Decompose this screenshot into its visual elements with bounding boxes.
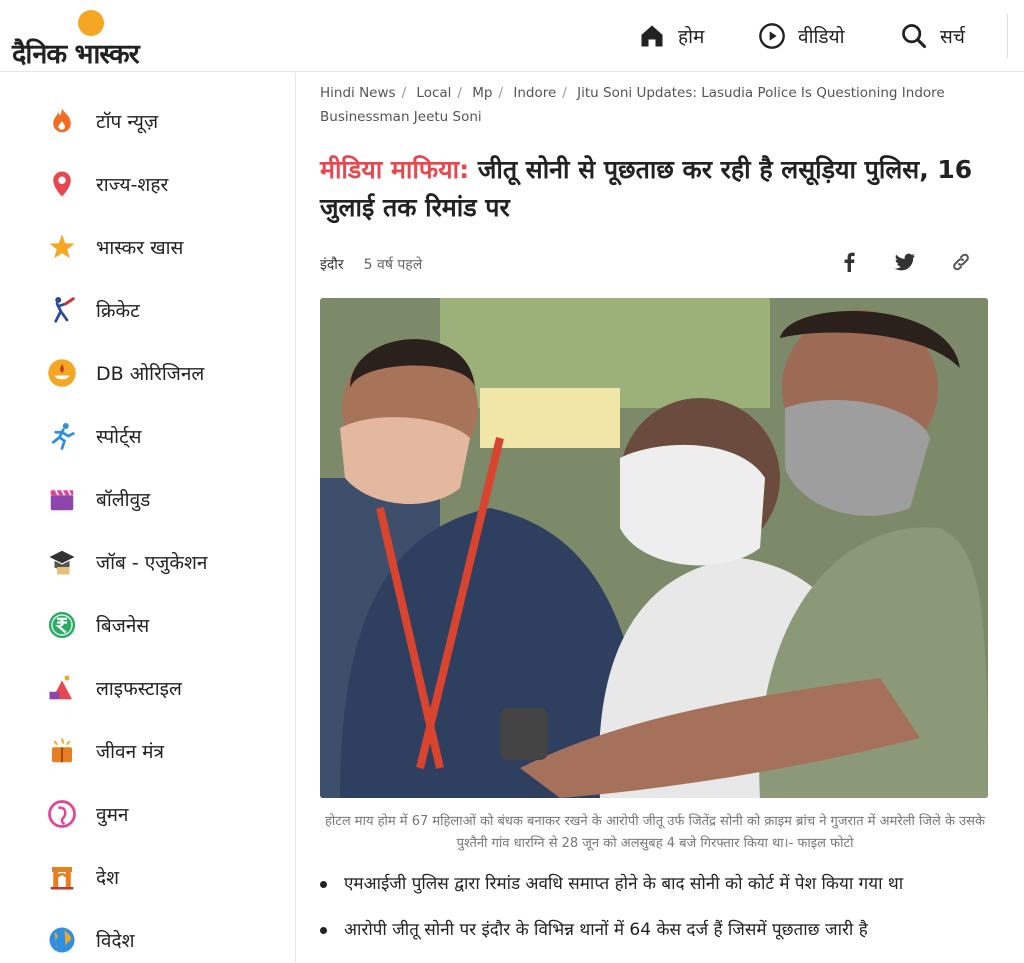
india-gate-icon xyxy=(46,861,78,893)
twitter-icon xyxy=(894,253,915,271)
article-headline: मीडिया माफिया: जीतू सोनी से पूछताछ कर रह… xyxy=(320,151,990,227)
share-facebook-button[interactable] xyxy=(836,249,862,275)
nav-video-label: वीडियो xyxy=(798,26,845,48)
nav-home-label: होम xyxy=(678,26,705,48)
rupee-icon xyxy=(46,609,78,641)
sidebar-item-lifestyle[interactable]: लाइफस्टाइल xyxy=(46,668,182,708)
flame-icon xyxy=(46,105,78,137)
sidebar-item-label: भास्कर खास xyxy=(96,237,184,259)
sidebar-item-job-education[interactable]: जॉब - एजुकेशन xyxy=(46,542,207,582)
article-highlights: एमआईजी पुलिस द्वारा रिमांड अवधि समाप्त ह… xyxy=(320,871,1000,963)
sidebar-item-label: वुमन xyxy=(96,804,129,826)
logo-sun-icon xyxy=(78,10,104,36)
sidebar-item-desh[interactable]: देश xyxy=(46,857,119,897)
lifestyle-icon xyxy=(46,672,78,704)
play-icon xyxy=(759,23,785,49)
sidebar-item-label: टॉप न्यूज़ xyxy=(96,111,159,133)
headline-kicker: मीडिया माफिया: xyxy=(320,155,470,184)
sidebar-item-jeevan-mantra[interactable]: जीवन मंत्र xyxy=(46,731,164,771)
header-divider xyxy=(1007,14,1008,58)
sidebar-item-label: DB ओरिजिनल xyxy=(96,363,205,385)
facebook-icon xyxy=(844,252,855,272)
sidebar-item-label: बिजनेस xyxy=(96,615,150,637)
sidebar-item-state-city[interactable]: राज्य-शहर xyxy=(46,164,168,204)
home-icon xyxy=(641,25,663,47)
highlight-item: एमआईजी पुलिस द्वारा रिमांड अवधि समाप्त ह… xyxy=(320,871,1000,917)
site-logo[interactable]: दैनिक भास्कर xyxy=(12,8,172,70)
star-icon xyxy=(46,231,78,263)
sidebar-item-label: विदेश xyxy=(96,930,135,952)
sidebar-item-bollywood[interactable]: बॉलीवुड xyxy=(46,479,150,519)
sidebar-item-label: जीवन मंत्र xyxy=(96,741,165,763)
breadcrumb-current: Jitu Soni Updates: Lasudia Police Is Que… xyxy=(320,85,945,125)
sidebar-item-label: क्रिकेट xyxy=(96,300,140,322)
sidebar-item-top-news[interactable]: टॉप न्यूज़ xyxy=(46,101,158,141)
globe-icon xyxy=(46,924,78,956)
sidebar-item-db-original[interactable]: DB ओरिजिनल xyxy=(46,353,204,393)
sidebar-item-cricket[interactable]: क्रिकेट xyxy=(46,290,140,330)
nav-home[interactable]: होम xyxy=(638,22,704,50)
article-time: 5 वर्ष पहले xyxy=(363,257,423,273)
sidebar-item-label: जॉब - एजुकेशन xyxy=(96,552,208,574)
sidebar-item-label: लाइफस्टाइल xyxy=(96,678,182,700)
book-icon xyxy=(46,735,78,767)
breadcrumb-link[interactable]: Local xyxy=(416,85,451,101)
runner-icon xyxy=(46,420,78,452)
share-twitter-button[interactable] xyxy=(892,249,918,275)
sidebar-item-label: बॉलीवुड xyxy=(96,489,151,511)
nav-search-label: सर्च xyxy=(940,26,965,48)
breadcrumb-link[interactable]: Hindi News xyxy=(320,85,396,101)
sidebar-item-business[interactable]: बिजनेस xyxy=(46,605,149,645)
article-meta: इंदौर 5 वर्ष पहले xyxy=(320,255,422,274)
breadcrumb-link[interactable]: Indore xyxy=(513,85,556,101)
breadcrumb: Hindi News / Local / Mp / Indore / Jitu Soni… xyxy=(320,85,945,125)
breadcrumb-link[interactable]: Mp xyxy=(472,85,492,101)
highlight-item: आरोपी जीतू सोनी पर इंदौर के विभिन्न थानो… xyxy=(320,917,1000,963)
graduation-cap-icon xyxy=(46,546,78,578)
clapperboard-icon xyxy=(46,483,78,515)
lamp-icon xyxy=(46,357,78,389)
woman-icon xyxy=(46,798,78,830)
location-pin-icon xyxy=(46,168,78,200)
sidebar-item-sports[interactable]: स्पोर्ट्स xyxy=(46,416,142,456)
sidebar-item-label: देश xyxy=(96,867,120,889)
article-photo[interactable] xyxy=(320,298,988,798)
article-city[interactable]: इंदौर xyxy=(320,255,344,274)
sidebar-item-woman[interactable]: वुमन xyxy=(46,794,128,834)
sidebar-item-bhaskar-khas[interactable]: भास्कर खास xyxy=(46,227,183,267)
sidebar-item-label: स्पोर्ट्स xyxy=(96,426,142,448)
sidebar-item-label: राज्य-शहर xyxy=(96,174,169,196)
photo-caption: होटल माय होम में 67 महिलाओं को बंधक बनाक… xyxy=(325,814,985,851)
site-header: दैनिक भास्कर होम वीडियो सर्च xyxy=(0,0,1024,72)
logo-text: दैनिक भास्कर xyxy=(12,39,140,70)
photo-illustration xyxy=(320,298,988,798)
sidebar-item-videsh[interactable]: विदेश xyxy=(46,920,135,960)
link-icon xyxy=(953,253,969,271)
nav-search[interactable]: सर्च xyxy=(900,22,965,50)
sidebar: टॉप न्यूज़ राज्य-शहर भास्कर खास क्रिकेट … xyxy=(0,73,296,962)
cricket-icon xyxy=(46,294,78,326)
share-copy-link-button[interactable] xyxy=(948,249,974,275)
nav-video[interactable]: वीडियो xyxy=(758,22,845,50)
search-icon xyxy=(902,24,927,49)
